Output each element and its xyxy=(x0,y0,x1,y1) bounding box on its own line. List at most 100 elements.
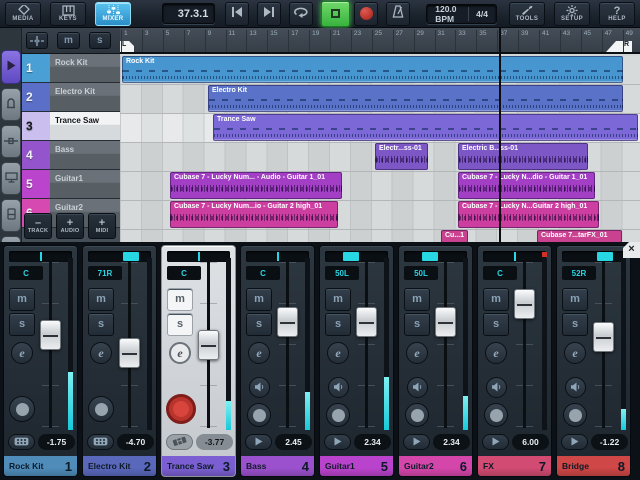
pan-value[interactable]: 52R xyxy=(562,266,596,280)
pan-bar[interactable] xyxy=(9,251,72,262)
edit-channel-button[interactable]: e xyxy=(564,342,586,364)
rail-tab-fader[interactable] xyxy=(1,199,21,232)
help-button[interactable]: ? HELP xyxy=(599,1,635,26)
edit-channel-button[interactable]: e xyxy=(169,342,191,364)
edit-channel-button[interactable]: e xyxy=(327,342,349,364)
volume-value[interactable]: 2.34 xyxy=(433,434,470,450)
channel-strip-bass[interactable]: Cm s e 2.45 Bass 4 xyxy=(240,245,315,477)
pan-bar[interactable] xyxy=(167,251,230,262)
play-icon-button[interactable] xyxy=(245,434,272,450)
channel-strip-guitar1[interactable]: 50L m s e 2.34 Guitar1 5 xyxy=(319,245,394,477)
snap-button[interactable] xyxy=(26,32,49,49)
solo-button[interactable]: s xyxy=(88,313,114,336)
record-arm-button[interactable] xyxy=(326,403,350,427)
channel-strip-fx[interactable]: Cm s e 6.00 FX 7 xyxy=(477,245,552,477)
solo-button[interactable]: s xyxy=(483,313,509,336)
pan-bar[interactable] xyxy=(88,251,151,262)
clip[interactable]: Cubase 7 - Lucky Num... - Audio - Guitar… xyxy=(170,172,342,199)
pan-value[interactable]: 71R xyxy=(88,266,122,280)
clip[interactable]: Cubase 7...tarFX_01 xyxy=(537,230,622,242)
clip[interactable]: Trance Saw xyxy=(213,114,638,141)
edit-channel-button[interactable]: e xyxy=(406,342,428,364)
mixer-button[interactable]: MIXER xyxy=(95,1,131,26)
rail-tab-crossfade[interactable] xyxy=(1,125,21,158)
pan-value[interactable]: C xyxy=(9,266,43,280)
channel-label[interactable]: Trance Saw 3 xyxy=(162,456,235,476)
track-header-rock-kit[interactable]: 1 Rock Kit xyxy=(22,54,120,83)
rail-tab-monitor[interactable] xyxy=(1,162,21,195)
tools-button[interactable]: TOOLS xyxy=(509,1,545,26)
rail-tab-play[interactable] xyxy=(1,50,21,84)
arrange-row-3[interactable]: Trance Saw xyxy=(120,114,640,143)
solo-button[interactable]: s xyxy=(404,313,430,336)
volume-fader[interactable] xyxy=(356,306,377,337)
track-header-bass[interactable]: 4 Bass xyxy=(22,141,120,170)
pan-bar[interactable] xyxy=(246,251,309,262)
mute-button[interactable]: m xyxy=(88,288,114,311)
mute-button[interactable]: m xyxy=(9,288,35,311)
play-icon-button[interactable] xyxy=(561,434,588,450)
volume-value[interactable]: 2.34 xyxy=(354,434,391,450)
channel-label[interactable]: Bridge 8 xyxy=(557,456,630,476)
mute-button[interactable]: m xyxy=(167,288,193,311)
solo-button[interactable]: s xyxy=(167,313,193,336)
stop-button[interactable] xyxy=(321,0,351,27)
time-display[interactable]: 37.3.1 xyxy=(162,3,216,24)
arrange-row-6[interactable]: Cubase 7 - Lucky Num...io - Guitar 2 hig… xyxy=(120,201,640,230)
arrange-row-7[interactable]: Cu...1 Cubase 7...tarFX_01 xyxy=(120,230,640,242)
pan-bar[interactable] xyxy=(562,251,625,262)
monitor-button[interactable] xyxy=(407,377,428,398)
volume-value[interactable]: -3.77 xyxy=(196,434,233,450)
solo-button[interactable]: s xyxy=(562,313,588,336)
pan-bar[interactable] xyxy=(483,251,546,262)
pan-value[interactable]: 50L xyxy=(404,266,438,280)
mute-all-button[interactable]: m xyxy=(57,32,80,49)
pan-value[interactable]: C xyxy=(483,266,517,280)
edit-channel-button[interactable]: e xyxy=(11,342,33,364)
pan-value[interactable]: C xyxy=(246,266,280,280)
clip[interactable]: Cu...1 xyxy=(441,230,468,242)
play-icon-button[interactable] xyxy=(482,434,509,450)
monitor-button[interactable] xyxy=(565,377,586,398)
solo-button[interactable]: s xyxy=(325,313,351,336)
solo-button[interactable]: s xyxy=(9,313,35,336)
channel-label[interactable]: FX 7 xyxy=(478,456,551,476)
volume-value[interactable]: -1.75 xyxy=(38,434,75,450)
clip[interactable]: Electro Kit xyxy=(208,85,623,112)
volume-value[interactable]: -4.70 xyxy=(117,434,154,450)
channel-strip-guitar2[interactable]: 50L m s e 2.34 Guitar2 6 xyxy=(398,245,473,477)
forward-to-end-button[interactable] xyxy=(257,1,282,26)
record-arm-button[interactable] xyxy=(9,396,35,422)
volume-value[interactable]: -1.22 xyxy=(591,434,628,450)
channel-label[interactable]: Guitar2 6 xyxy=(399,456,472,476)
pads-icon-button[interactable] xyxy=(87,434,114,450)
arrange-row-2[interactable]: Electro Kit xyxy=(120,85,640,114)
keys-icon-button[interactable] xyxy=(166,434,193,450)
channel-strip-trance-saw[interactable]: Cm s e -3.77 Trance Saw 3 xyxy=(161,245,236,477)
metronome-button[interactable] xyxy=(386,1,411,26)
channel-label[interactable]: Guitar1 5 xyxy=(320,456,393,476)
mute-button[interactable]: m xyxy=(404,288,430,311)
channel-label[interactable]: Electro Kit 2 xyxy=(83,456,156,476)
solo-all-button[interactable]: s xyxy=(88,32,111,49)
record-arm-button[interactable] xyxy=(405,403,429,427)
arrange-row-1[interactable]: Rock Kit xyxy=(120,56,640,85)
volume-value[interactable]: 2.45 xyxy=(275,434,312,450)
arrange-row-5[interactable]: Cubase 7 - Lucky Num... - Audio - Guitar… xyxy=(120,172,640,201)
record-button[interactable] xyxy=(354,1,379,26)
play-icon-button[interactable] xyxy=(324,434,351,450)
volume-fader[interactable] xyxy=(198,330,219,360)
record-arm-button[interactable] xyxy=(484,403,508,427)
pan-bar[interactable] xyxy=(404,251,467,262)
mute-button[interactable]: m xyxy=(562,288,588,311)
pan-value[interactable]: C xyxy=(167,266,201,280)
record-arm-button[interactable] xyxy=(166,394,196,424)
clip[interactable]: Cubase 7 - Lucky N...dio - Guitar 1_01 xyxy=(458,172,595,199)
setup-button[interactable]: SETUP xyxy=(554,1,590,26)
arrange-row-4[interactable]: Electr...ss-01 Electric B...ss-01 xyxy=(120,143,640,172)
edit-channel-button[interactable]: e xyxy=(485,342,507,364)
track-header-electro-kit[interactable]: 2 Electro Kit xyxy=(22,83,120,112)
play-icon-button[interactable] xyxy=(403,434,430,450)
volume-fader[interactable] xyxy=(435,306,456,337)
record-arm-button[interactable] xyxy=(88,396,114,422)
